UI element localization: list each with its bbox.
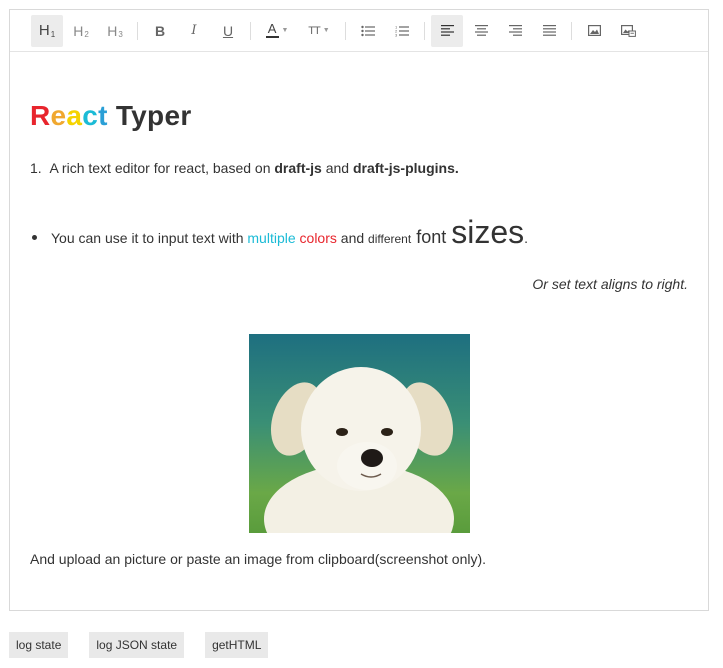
underline-icon: U xyxy=(222,22,234,39)
bold-button[interactable]: B xyxy=(144,15,176,47)
red-text: colors xyxy=(299,230,337,246)
rich-text-editor: H1 H2 H3 B I U A ▼ TT ▼ 1 2 3 React Type… xyxy=(9,9,709,611)
action-buttons: log state log JSON state getHTML xyxy=(9,632,269,658)
align-left-button[interactable] xyxy=(431,14,463,47)
heading-3-button[interactable]: H3 xyxy=(99,15,131,47)
unordered-list-icon xyxy=(361,25,375,36)
log-json-state-button[interactable]: log JSON state xyxy=(89,632,185,658)
align-right-button[interactable] xyxy=(499,15,531,47)
medium-text: font xyxy=(411,227,452,247)
heading-2-label: H xyxy=(73,22,84,39)
image-upload-icon xyxy=(620,24,636,37)
small-text: different xyxy=(368,232,412,246)
align-center-button[interactable] xyxy=(465,15,497,47)
heading-3-label: H xyxy=(107,22,118,39)
toolbar-divider xyxy=(424,21,425,40)
heading-2-sub: 2 xyxy=(84,30,89,39)
bullet-list-item: You can use it to input text with multip… xyxy=(32,214,528,251)
font-size-button[interactable]: TT ▼ xyxy=(299,15,339,47)
unordered-list-button[interactable] xyxy=(352,15,384,47)
font-size-icon: TT xyxy=(308,24,320,37)
ordered-list-item: 1. A rich text editor for react, based o… xyxy=(30,160,459,176)
toolbar-divider xyxy=(137,21,138,40)
underline-button[interactable]: U xyxy=(212,15,244,47)
ordered-list-button[interactable]: 1 2 3 xyxy=(386,15,418,47)
title-rest: Typer xyxy=(107,100,192,131)
editor-toolbar: H1 H2 H3 B I U A ▼ TT ▼ 1 2 3 xyxy=(10,10,708,52)
toolbar-divider xyxy=(345,21,346,40)
title-rainbow-word: React xyxy=(30,100,108,131)
bullet-item-text: You can use it to input text with xyxy=(51,230,244,246)
large-text: sizes xyxy=(451,214,525,250)
title-letter: a xyxy=(66,100,83,131)
ordered-item-text: A rich text editor for react, based on xyxy=(49,160,275,176)
font-color-icon: A xyxy=(265,21,279,38)
list-number: 1. xyxy=(30,160,42,176)
get-html-button[interactable]: getHTML xyxy=(205,632,269,658)
ordered-item-and: and xyxy=(321,160,353,176)
svg-text:3: 3 xyxy=(395,32,398,37)
log-state-button[interactable]: log state xyxy=(9,632,69,658)
chevron-down-icon: ▼ xyxy=(322,27,330,34)
title-letter: t xyxy=(98,100,108,131)
puppy-image[interactable] xyxy=(249,334,470,533)
align-left-icon xyxy=(440,25,454,36)
title-letter: c xyxy=(82,100,99,131)
heading-1-label: H xyxy=(38,22,50,39)
ordered-list-icon: 1 2 3 xyxy=(395,25,409,37)
align-right-icon xyxy=(508,25,522,36)
heading-1-button[interactable]: H1 xyxy=(31,14,63,47)
italic-button[interactable]: I xyxy=(178,15,210,47)
align-justify-icon xyxy=(542,25,556,36)
align-justify-button[interactable] xyxy=(533,15,565,47)
upload-instruction-text: And upload an picture or paste an image … xyxy=(30,551,487,567)
image-icon xyxy=(587,25,601,36)
align-center-icon xyxy=(474,25,488,36)
toolbar-divider xyxy=(250,21,251,40)
bold-text-draft-js: draft-js xyxy=(274,160,322,176)
insert-image-button[interactable] xyxy=(578,15,610,47)
heading-3-sub: 3 xyxy=(118,30,123,39)
bullet-item-end: . xyxy=(524,230,529,246)
chevron-down-icon: ▼ xyxy=(281,27,289,34)
title-letter: R xyxy=(30,100,51,131)
toolbar-divider xyxy=(571,21,572,40)
bullet-item-and: and xyxy=(340,230,365,246)
font-color-letter: A xyxy=(267,21,277,36)
heading-2-button[interactable]: H2 xyxy=(65,15,97,47)
heading-1-sub: 1 xyxy=(50,30,56,39)
bold-text-draft-js-plugins: draft-js-plugins. xyxy=(352,160,459,176)
title-letter: e xyxy=(50,100,67,131)
bold-icon: B xyxy=(154,22,166,39)
puppy-illustration xyxy=(264,367,454,533)
document-title: React Typer xyxy=(30,100,192,132)
bullet-dot xyxy=(32,235,37,240)
editor-content[interactable]: React Typer 1. A rich text editor for re… xyxy=(10,52,708,610)
font-color-button[interactable]: A ▼ xyxy=(257,15,297,47)
right-aligned-text: Or set text aligns to right. xyxy=(532,276,688,292)
upload-image-button[interactable] xyxy=(612,15,644,47)
cyan-text: multiple xyxy=(247,230,296,246)
italic-icon: I xyxy=(191,23,197,38)
font-color-bar xyxy=(265,36,279,38)
